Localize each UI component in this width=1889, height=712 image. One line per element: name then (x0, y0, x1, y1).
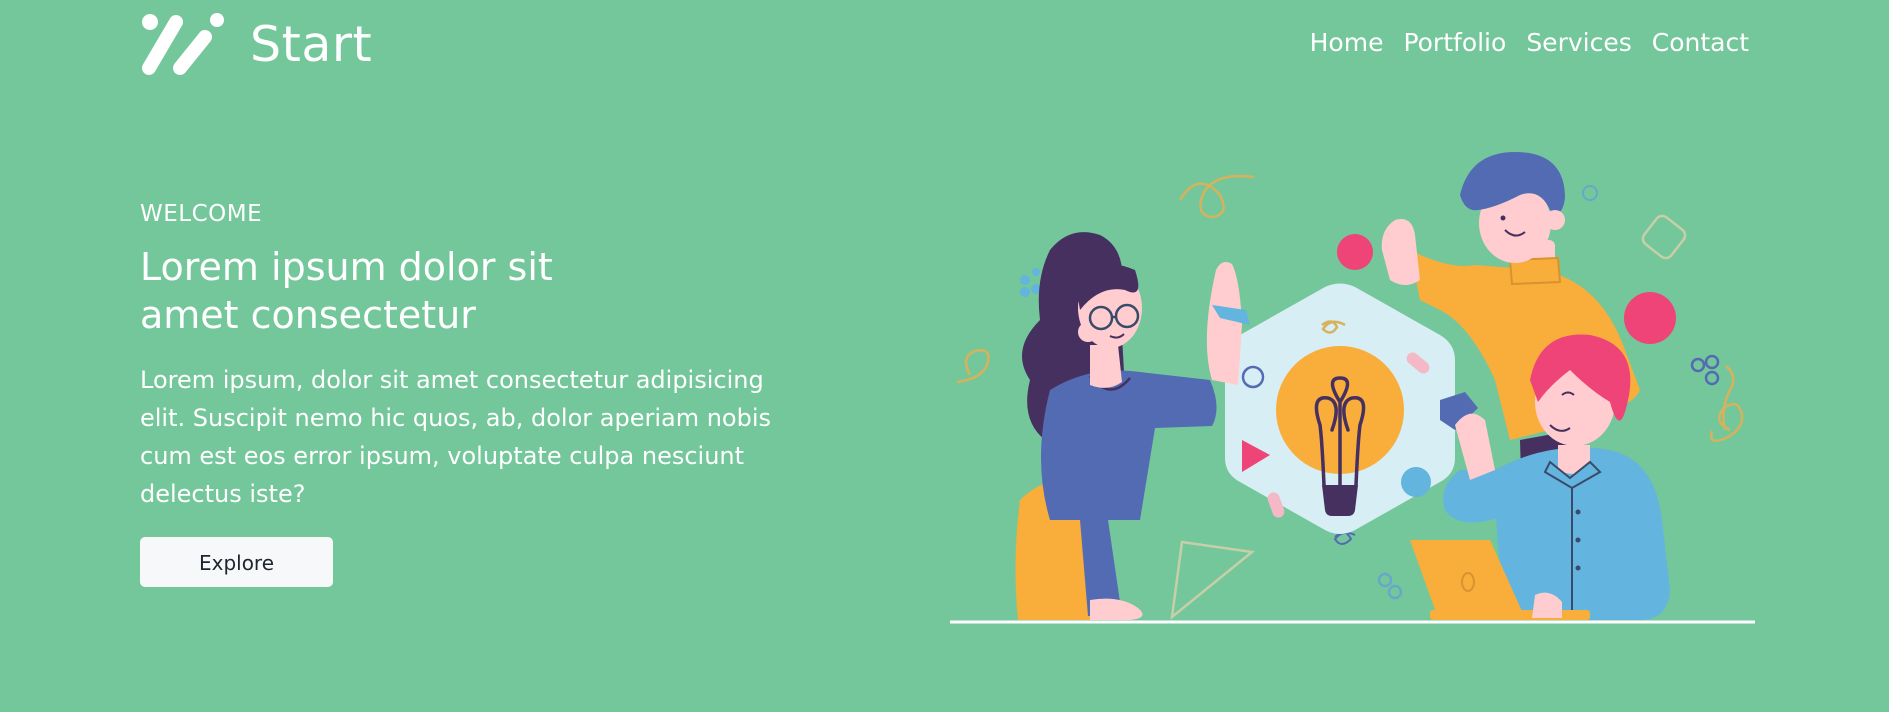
woman-with-glasses (1015, 232, 1250, 620)
navbar: Start Home Portfolio Services Contact (0, 0, 1889, 90)
nav-services-link[interactable]: Services (1526, 27, 1631, 59)
nav-home-link[interactable]: Home (1310, 27, 1384, 59)
brand-link[interactable]: Start (140, 12, 372, 76)
hero-body: Lorem ipsum, dolor sit amet consectetur … (140, 366, 772, 508)
slashes-logo-icon (142, 13, 224, 75)
brand-name: Start (250, 15, 373, 73)
hero-section: WELCOME Lorem ipsum dolor sit amet conse… (140, 199, 820, 587)
idea-hexagon (1225, 283, 1455, 534)
nav-portfolio-link[interactable]: Portfolio (1403, 27, 1506, 59)
team-brainstorm-illustration (950, 152, 1755, 624)
hero-headline: Lorem ipsum dolor sit amet consectetur (140, 245, 553, 337)
hero-eyebrow: WELCOME (140, 201, 263, 227)
nav-contact-link[interactable]: Contact (1652, 27, 1749, 59)
main-nav: Home Portfolio Services Contact (1310, 27, 1749, 59)
explore-button[interactable]: Explore (140, 537, 333, 587)
